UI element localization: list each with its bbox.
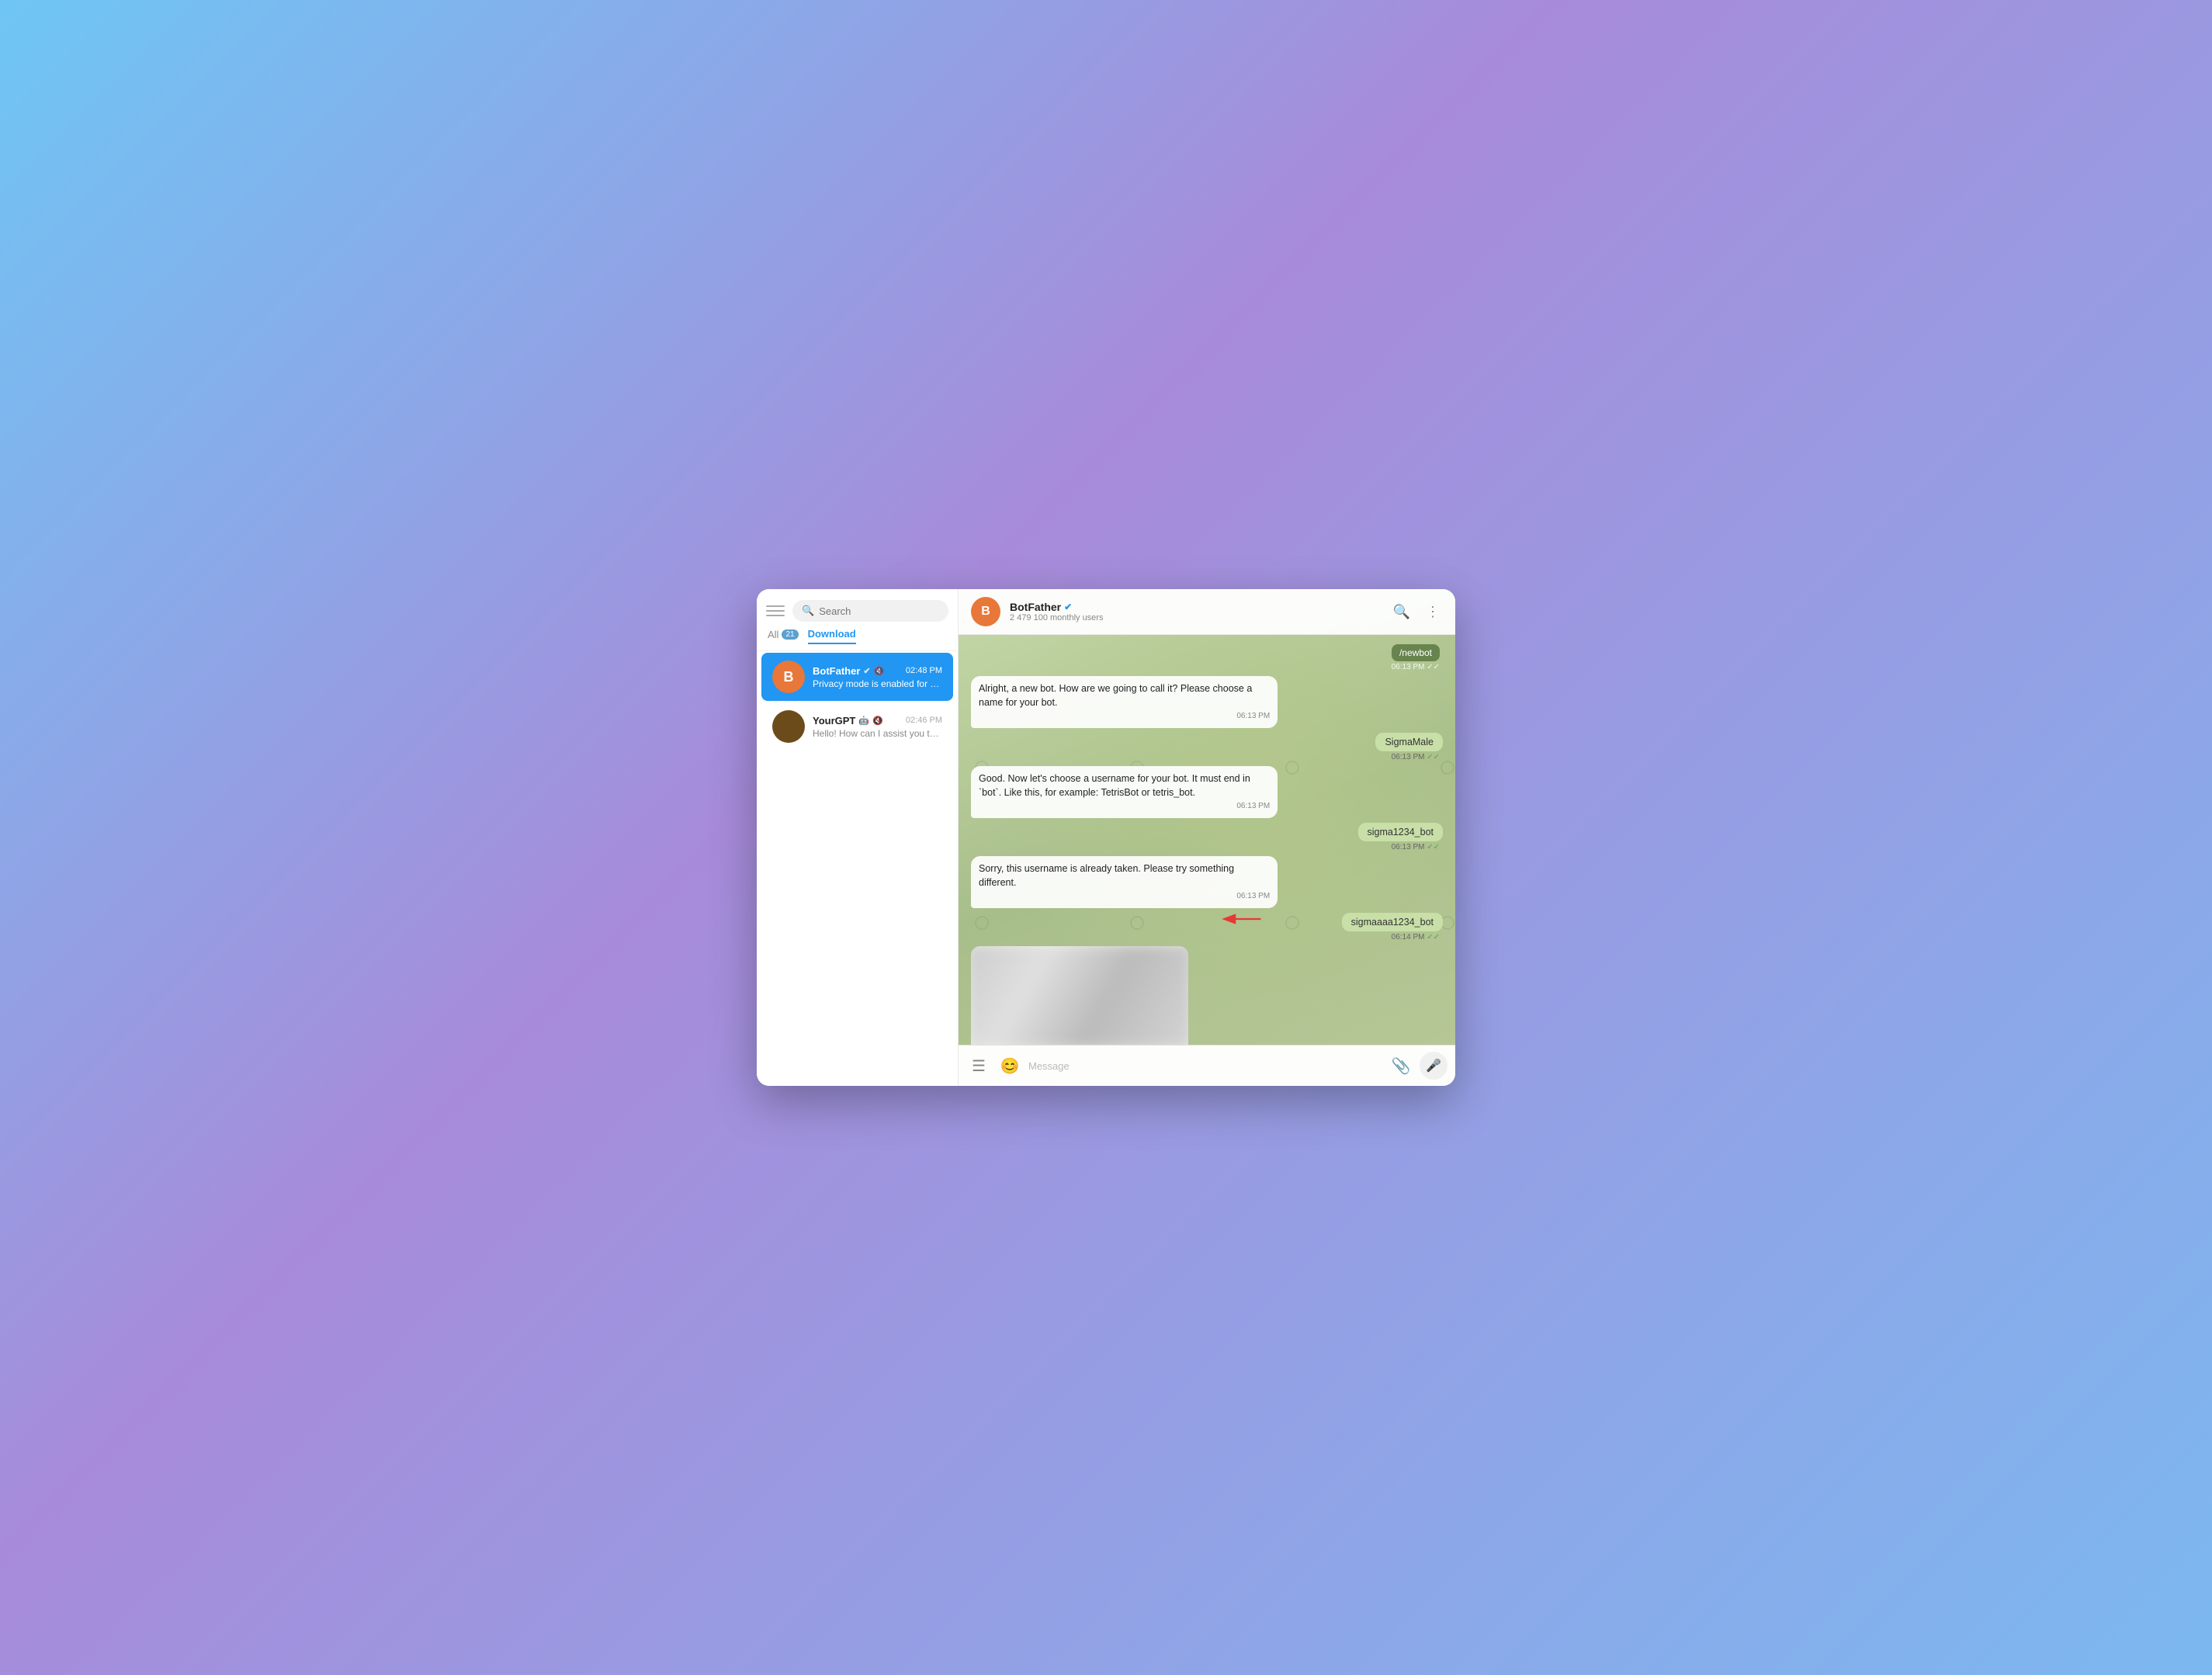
bubble-time-3: 06:13 PM [979,891,1270,902]
mic-button[interactable]: 🎤 [1420,1052,1448,1080]
chat-info-botfather: BotFather ✔ 🔇 02:48 PM Privacy mode is e… [813,665,942,689]
sidebar-header: 🔍 [757,589,958,628]
chat-name-row-2: YourGPT 🤖 🔇 02:46 PM [813,715,942,727]
sidebar: 🔍 All 21 Download B BotFather ✔ [757,589,959,1086]
chat-name-yourgpt: YourGPT 🤖 🔇 [813,715,883,727]
mute-icon-yourgpt: 🔇 [872,716,883,726]
hamburger-icon[interactable] [766,602,785,620]
mute-icon: 🔇 [874,666,885,676]
chat-header-actions: 🔍 ⋮ [1390,601,1443,623]
emoji-button[interactable]: 😊 [997,1053,1022,1078]
message-sigmaaaa: sigmaaaa1234_bot 06:14 PM ✓✓ [971,913,1443,942]
newbot-command: /newbot [1392,644,1440,661]
verified-icon: ✔ [863,666,870,676]
chat-area: B BotFather ✔ 2 479 100 monthly users 🔍 … [959,589,1455,1086]
chat-header: B BotFather ✔ 2 479 100 monthly users 🔍 … [959,589,1455,635]
message-username-question: Good. Now let's choose a username for yo… [971,766,1443,818]
tab-all-label: All [768,629,778,640]
more-options-button[interactable]: ⋮ [1423,601,1443,623]
message-image: For a description of the Bot API, see th… [971,946,1443,1045]
bubble-name-question: Alright, a new bot. How are we going to … [971,676,1278,728]
chat-header-info: BotFather ✔ 2 479 100 monthly users [1010,601,1381,622]
bubble-time-2: 06:13 PM [979,801,1270,812]
bubble-username-question: Good. Now let's choose a username for yo… [971,766,1278,818]
message-sigmamale: SigmaMale 06:13 PM ✓✓ [971,733,1443,761]
avatar-yourgpt [772,710,805,743]
search-chat-button[interactable]: 🔍 [1390,601,1413,623]
sidebar-tabs: All 21 Download [757,628,958,651]
chat-header-name: BotFather ✔ [1010,601,1381,613]
chat-info-yourgpt: YourGPT 🤖 🔇 02:46 PM Hello! How can I as… [813,715,942,739]
sigma-male-sent: SigmaMale [1375,733,1443,751]
search-box[interactable]: 🔍 [792,600,948,622]
messages-container[interactable]: /newbot 06:13 PM ✓✓ Alright, a new bot. … [959,635,1455,1045]
sigmaaaa-sent: sigmaaaa1234_bot [1342,913,1443,931]
input-bar: ☰ 😊 📎 🎤 [959,1045,1455,1086]
chat-list: B BotFather ✔ 🔇 02:48 PM Privacy mode is… [757,651,958,1086]
bubble-taken: Sorry, this username is already taken. P… [971,856,1278,908]
chat-time-yourgpt: 02:46 PM [906,716,942,725]
chat-name-row: BotFather ✔ 🔇 02:48 PM [813,665,942,677]
attach-button[interactable]: 📎 [1389,1053,1413,1078]
avatar-botfather: B [772,661,805,693]
blurred-image [971,946,1188,1045]
chat-header-avatar: B [971,597,1000,626]
message-sigma1234: sigma1234_bot 06:13 PM ✓✓ [971,823,1443,851]
chat-name: BotFather ✔ 🔇 [813,665,884,677]
chat-item-botfather[interactable]: B BotFather ✔ 🔇 02:48 PM Privacy mode is… [761,653,953,701]
chat-header-status: 2 479 100 monthly users [1010,613,1381,622]
tab-all-badge: 21 [782,629,798,640]
tab-all[interactable]: All 21 [768,629,799,643]
bubble-time: 06:13 PM [979,711,1270,722]
chat-time: 02:48 PM [906,666,942,675]
search-input[interactable] [819,605,939,617]
message-newbot: /newbot 06:13 PM ✓✓ [971,644,1443,671]
app-window: 🔍 All 21 Download B BotFather ✔ [757,589,1455,1086]
message-input[interactable] [1028,1060,1382,1072]
chat-item-yourgpt[interactable]: YourGPT 🤖 🔇 02:46 PM Hello! How can I as… [761,702,953,751]
tab-download[interactable]: Download [808,628,856,644]
message-taken: Sorry, this username is already taken. P… [971,856,1443,908]
header-verified-icon: ✔ [1064,602,1072,612]
chat-preview-yourgpt: Hello! How can I assist you today? [813,728,942,739]
chat-preview: Privacy mode is enabled for YourGPT 🤖 @M… [813,678,942,689]
search-icon: 🔍 [802,605,814,617]
sigma1234-sent: sigma1234_bot [1358,823,1443,841]
image-bubble: For a description of the Bot API, see th… [971,946,1188,1045]
sticker-button[interactable]: ☰ [966,1053,991,1078]
message-name-question: Alright, a new bot. How are we going to … [971,676,1443,728]
